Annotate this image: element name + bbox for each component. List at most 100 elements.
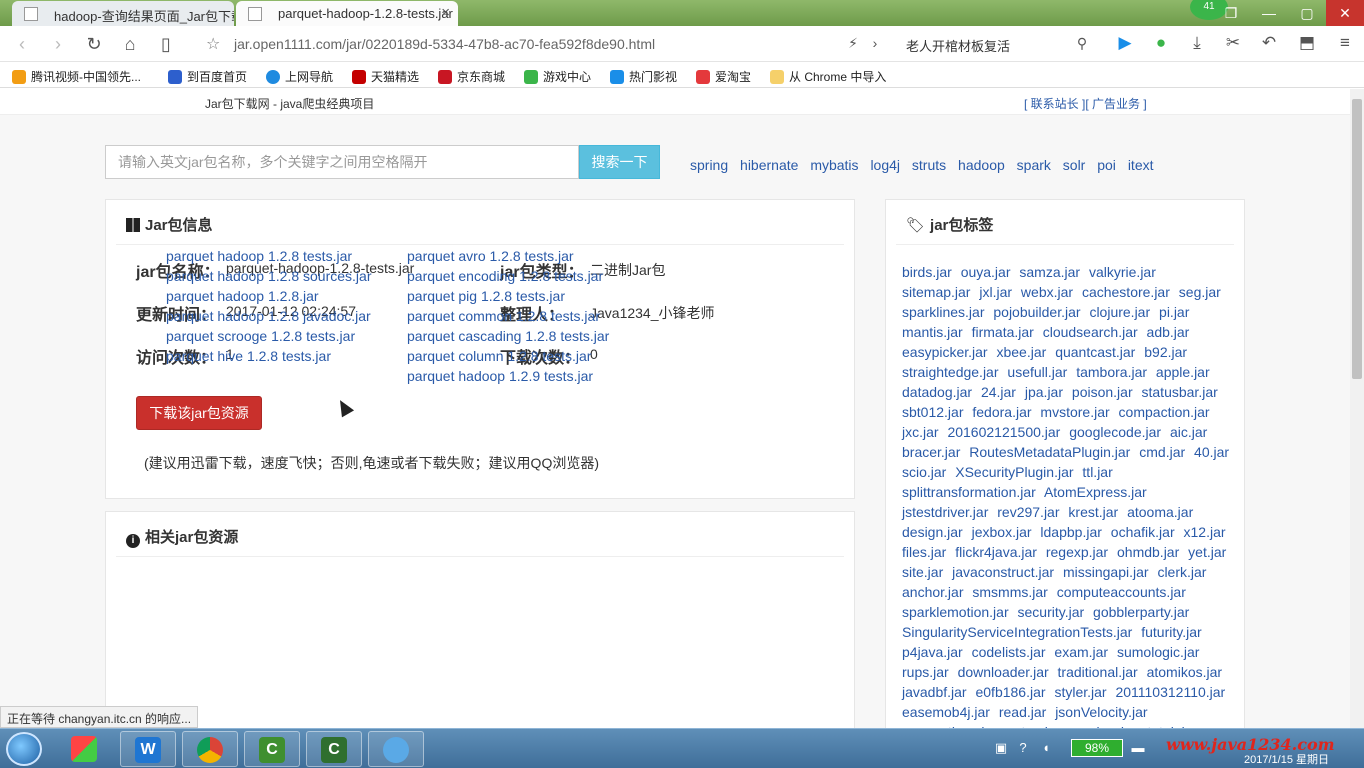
- url-field[interactable]: jar.open1111.com/jar/0220189d-5334-47b8-…: [234, 36, 655, 52]
- jar-tag-link[interactable]: files.jar: [902, 544, 946, 560]
- related-jar-link[interactable]: parquet encoding 1.2.8 tests.jar: [407, 266, 603, 286]
- bookmark-games[interactable]: 游戏中心: [524, 68, 591, 85]
- jar-tag-link[interactable]: jstestdriver.jar: [902, 504, 988, 520]
- jar-tag-link[interactable]: birds.jar: [902, 264, 952, 280]
- jar-tag-link[interactable]: x12.jar: [1184, 524, 1226, 540]
- jar-tag-link[interactable]: poison.jar: [1072, 384, 1133, 400]
- search-button[interactable]: 搜索一下: [579, 145, 660, 179]
- jar-tag-link[interactable]: read.jar: [999, 704, 1046, 720]
- jar-tag-link[interactable]: usefull.jar: [1007, 364, 1067, 380]
- jar-tag-link[interactable]: clerk.jar: [1157, 564, 1206, 580]
- jar-tag-link[interactable]: pi.jar: [1159, 304, 1189, 320]
- bookmark-aitaobao[interactable]: 爱淘宝: [696, 68, 751, 85]
- keyword-link[interactable]: spark: [1017, 157, 1051, 173]
- back-icon[interactable]: ‹: [10, 32, 34, 56]
- lightning-icon[interactable]: ⚡: [842, 35, 864, 52]
- jar-tag-link[interactable]: design.jar: [902, 524, 963, 540]
- jar-tag-link[interactable]: codelists.jar: [972, 644, 1046, 660]
- jar-tag-link[interactable]: jxl.jar: [979, 284, 1012, 300]
- jar-tag-link[interactable]: datadog.jar: [902, 384, 972, 400]
- taskbar-app-wps[interactable]: W: [120, 731, 176, 767]
- close-window-icon[interactable]: ✕: [1326, 0, 1364, 26]
- jar-tag-link[interactable]: yet.jar: [1188, 544, 1226, 560]
- close-tab-icon[interactable]: ×: [441, 4, 450, 21]
- jar-tag-link[interactable]: sparklemotion.jar: [902, 604, 1009, 620]
- jar-tag-link[interactable]: fedora.jar: [972, 404, 1031, 420]
- start-button[interactable]: [6, 732, 42, 766]
- jar-tag-link[interactable]: 201602121500.jar: [947, 424, 1060, 440]
- bag-icon[interactable]: ⬒: [1296, 33, 1318, 53]
- chevron-right-icon[interactable]: ›: [864, 35, 886, 51]
- taskbar-app-camtasia-2[interactable]: C: [306, 731, 362, 767]
- jar-tag-link[interactable]: valkyrie.jar: [1089, 264, 1156, 280]
- jar-tag-link[interactable]: missingapi.jar: [1063, 564, 1149, 580]
- jar-tag-link[interactable]: ldapbp.jar: [1040, 524, 1102, 540]
- bookmark-baidu[interactable]: 到百度首页: [168, 68, 247, 85]
- jar-tag-link[interactable]: 40.jar: [1194, 444, 1229, 460]
- contact-ad-links[interactable]: [ 联系站长 ][ 广告业务 ]: [1024, 95, 1147, 112]
- jar-tag-link[interactable]: samza.jar: [1019, 264, 1080, 280]
- keyword-link[interactable]: mybatis: [810, 157, 858, 173]
- jar-tag-link[interactable]: tambora.jar: [1076, 364, 1147, 380]
- undo-icon[interactable]: ↶: [1258, 33, 1280, 53]
- related-jar-link[interactable]: parquet column 1.2.8 tests.jar: [407, 346, 591, 366]
- jar-tag-link[interactable]: apple.jar: [1156, 364, 1210, 380]
- jar-tag-link[interactable]: statusbar.jar: [1142, 384, 1218, 400]
- maximize-icon[interactable]: ▢: [1288, 0, 1326, 26]
- jar-tag-link[interactable]: security.jar: [1018, 604, 1085, 620]
- jar-tag-link[interactable]: jxc.jar: [902, 424, 939, 440]
- bookmark-import-chrome[interactable]: 从 Chrome 中导入: [770, 68, 886, 85]
- jar-tag-link[interactable]: adb.jar: [1147, 324, 1190, 340]
- keyword-link[interactable]: struts: [912, 157, 946, 173]
- jar-tag-link[interactable]: ohmdb.jar: [1117, 544, 1179, 560]
- jar-tag-link[interactable]: computeaccounts.jar: [1057, 584, 1186, 600]
- power-plug-icon[interactable]: ▬: [1130, 740, 1146, 756]
- tab-parquet-hadoop[interactable]: parquet-hadoop-1.2.8-tests.jar ×: [236, 1, 458, 26]
- jar-tag-link[interactable]: site.jar: [902, 564, 943, 580]
- jar-tag-link[interactable]: SingularityServiceIntegrationTests.jar: [902, 624, 1132, 640]
- jar-tag-link[interactable]: gobblerparty.jar: [1093, 604, 1189, 620]
- star-icon[interactable]: ☆: [206, 34, 220, 54]
- jar-tag-link[interactable]: jexbox.jar: [972, 524, 1032, 540]
- jar-tag-link[interactable]: ochafik.jar: [1111, 524, 1175, 540]
- taskbar-app-chrome[interactable]: [182, 731, 238, 767]
- chat-icon[interactable]: ●: [1150, 33, 1172, 53]
- jar-tag-link[interactable]: rev297.jar: [997, 504, 1059, 520]
- jar-tag-link[interactable]: xbee.jar: [996, 344, 1046, 360]
- tab-hadoop-search[interactable]: hadoop-查询结果页面_Jar包下载: [12, 1, 234, 26]
- jar-tag-link[interactable]: sbt012.jar: [902, 404, 963, 420]
- jar-tag-link[interactable]: cloudsearch.jar: [1043, 324, 1138, 340]
- related-jar-link[interactable]: parquet hadoop 1.2.8 javadoc.jar: [166, 306, 371, 326]
- jar-tag-link[interactable]: exam.jar: [1054, 644, 1108, 660]
- bookmark-movies[interactable]: 热门影视: [610, 68, 677, 85]
- jar-tag-link[interactable]: aic.jar: [1170, 424, 1207, 440]
- keyword-link[interactable]: solr: [1063, 157, 1086, 173]
- jar-tag-link[interactable]: javadbf.jar: [902, 684, 967, 700]
- reload-icon[interactable]: ↻: [82, 32, 106, 56]
- scissors-icon[interactable]: ✂: [1222, 33, 1244, 53]
- related-jar-link[interactable]: parquet hadoop 1.2.8.jar: [166, 286, 319, 306]
- taskbar-app-camtasia[interactable]: C: [244, 731, 300, 767]
- related-jar-link[interactable]: parquet hadoop 1.2.8 sources.jar: [166, 266, 371, 286]
- jar-tag-link[interactable]: p4java.jar: [902, 644, 963, 660]
- jar-tag-link[interactable]: sumologic.jar: [1117, 644, 1199, 660]
- jar-tag-link[interactable]: sitemap.jar: [902, 284, 970, 300]
- related-jar-link[interactable]: parquet hive 1.2.8 tests.jar: [166, 346, 331, 366]
- jar-tag-link[interactable]: straightedge.jar: [902, 364, 999, 380]
- related-jar-link[interactable]: parquet common 1.2.8 tests.jar: [407, 306, 600, 326]
- jar-tag-link[interactable]: jsonVelocity.jar: [1055, 704, 1147, 720]
- jar-tag-link[interactable]: 24.jar: [981, 384, 1016, 400]
- jar-tag-link[interactable]: webx.jar: [1021, 284, 1073, 300]
- jar-tag-link[interactable]: b92.jar: [1144, 344, 1187, 360]
- home-icon[interactable]: ⌂: [118, 32, 142, 56]
- jar-tag-link[interactable]: googlecode.jar: [1069, 424, 1161, 440]
- browser-search-field[interactable]: 老人开棺材板复活: [906, 36, 1010, 55]
- jar-tag-link[interactable]: AtomExpress.jar: [1044, 484, 1147, 500]
- related-jar-link[interactable]: parquet avro 1.2.8 tests.jar: [407, 246, 574, 266]
- bookmark-tmall[interactable]: 天猫精选: [352, 68, 419, 85]
- battery-indicator[interactable]: 98%: [1071, 739, 1123, 757]
- play-icon[interactable]: ▶: [1114, 33, 1136, 53]
- minimize-icon[interactable]: —: [1250, 0, 1288, 26]
- download-jar-button[interactable]: 下载该jar包资源: [136, 396, 262, 430]
- jar-tag-link[interactable]: traditional.jar: [1058, 664, 1138, 680]
